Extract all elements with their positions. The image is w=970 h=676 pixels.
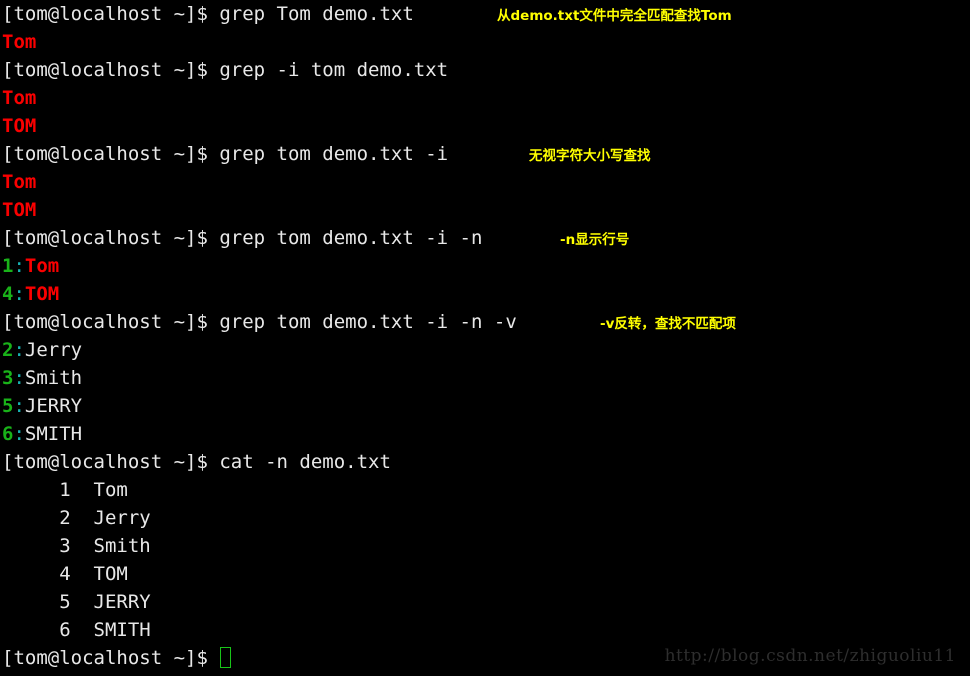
command-text: grep Tom demo.txt (219, 3, 414, 25)
shell-prompt: [tom@localhost ~]$ (2, 3, 220, 25)
grep-match-text: Tom (2, 171, 37, 193)
terminal-line-output: Tom (0, 84, 970, 112)
terminal-line-output: 4 TOM (0, 560, 970, 588)
terminal-line-output: 4:TOM (0, 280, 970, 308)
grep-output-text: Jerry (24, 339, 83, 361)
terminal-line-output: TOM (0, 112, 970, 140)
grep-match-text: TOM (2, 199, 37, 221)
grep-match-text: TOM (24, 283, 60, 305)
cat-output-line: 2 Jerry (2, 507, 151, 529)
grep-match-text: Tom (2, 87, 37, 109)
grep-line-number: 3 (2, 367, 14, 389)
grep-match-text: Tom (24, 255, 60, 277)
terminal-line-output: 5 JERRY (0, 588, 970, 616)
shell-prompt: [tom@localhost ~]$ (2, 647, 220, 669)
text-cursor[interactable] (220, 647, 232, 668)
terminal-line-command: [tom@localhost ~]$ grep -i tom demo.txt (0, 56, 970, 84)
terminal-line-output: 5:JERRY (0, 392, 970, 420)
terminal-window[interactable]: [tom@localhost ~]$ grep Tom demo.txt Tom… (0, 0, 970, 676)
grep-line-number: 1 (2, 255, 14, 277)
terminal-line-command: [tom@localhost ~]$ grep tom demo.txt -i (0, 140, 970, 168)
shell-prompt: [tom@localhost ~]$ (2, 59, 220, 81)
terminal-line-command: [tom@localhost ~]$ grep tom demo.txt -i … (0, 308, 970, 336)
command-text: cat -n demo.txt (219, 451, 391, 473)
terminal-line-output: 1:Tom (0, 252, 970, 280)
shell-prompt: [tom@localhost ~]$ (2, 227, 220, 249)
grep-output-text: Smith (24, 367, 83, 389)
grep-output-text: JERRY (24, 395, 83, 417)
terminal-screen[interactable]: [tom@localhost ~]$ grep Tom demo.txt Tom… (0, 0, 970, 672)
cat-output-line: 1 Tom (2, 479, 128, 501)
terminal-line-output: 3:Smith (0, 364, 970, 392)
command-text: grep tom demo.txt -i -n (219, 227, 483, 249)
cat-output-line: 5 JERRY (2, 591, 151, 613)
annotation-ignore-case: 无视字符大小写查找 (529, 148, 651, 164)
annotation-exact-match: 从demo.txt文件中完全匹配查找Tom (497, 8, 732, 24)
terminal-line-command: [tom@localhost ~]$ cat -n demo.txt (0, 448, 970, 476)
grep-separator: : (13, 339, 25, 361)
grep-separator: : (13, 283, 25, 305)
terminal-line-output: 6 SMITH (0, 616, 970, 644)
terminal-line-output: 2:Jerry (0, 336, 970, 364)
shell-prompt: [tom@localhost ~]$ (2, 143, 220, 165)
grep-line-number: 4 (2, 283, 14, 305)
terminal-line-output: 3 Smith (0, 532, 970, 560)
terminal-line-output: 6:SMITH (0, 420, 970, 448)
command-text: grep -i tom demo.txt (219, 59, 449, 81)
terminal-line-output: 1 Tom (0, 476, 970, 504)
grep-match-text: TOM (2, 115, 37, 137)
terminal-line-output: TOM (0, 196, 970, 224)
grep-line-number: 6 (2, 423, 14, 445)
grep-line-number: 2 (2, 339, 14, 361)
cat-output-line: 6 SMITH (2, 619, 151, 641)
shell-prompt: [tom@localhost ~]$ (2, 451, 220, 473)
annotation-show-line-numbers: -n显示行号 (560, 232, 630, 248)
cat-output-line: 4 TOM (2, 563, 128, 585)
watermark-url: http://blog.csdn.net/zhiguoliu11 (664, 646, 956, 666)
grep-separator: : (13, 255, 25, 277)
command-text: grep tom demo.txt -i (219, 143, 449, 165)
annotation-invert-match: -v反转，查找不匹配项 (600, 316, 736, 332)
grep-separator: : (13, 367, 25, 389)
command-text: grep tom demo.txt -i -n -v (219, 311, 517, 333)
terminal-line-output: Tom (0, 28, 970, 56)
terminal-line-output: 2 Jerry (0, 504, 970, 532)
grep-separator: : (13, 423, 25, 445)
shell-prompt: [tom@localhost ~]$ (2, 311, 220, 333)
grep-line-number: 5 (2, 395, 14, 417)
terminal-line-command: [tom@localhost ~]$ grep Tom demo.txt (0, 0, 970, 28)
grep-match-text: Tom (2, 31, 37, 53)
cat-output-line: 3 Smith (2, 535, 151, 557)
grep-output-text: SMITH (24, 423, 83, 445)
terminal-line-output: Tom (0, 168, 970, 196)
terminal-line-command: [tom@localhost ~]$ grep tom demo.txt -i … (0, 224, 970, 252)
grep-separator: : (13, 395, 25, 417)
